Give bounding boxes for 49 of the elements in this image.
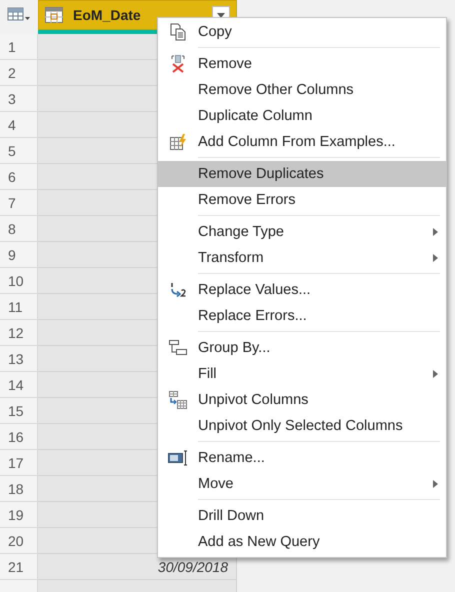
menu-item[interactable]: Add as New Query <box>158 529 446 555</box>
menu-item[interactable]: Unpivot Only Selected Columns <box>158 413 446 439</box>
row-number: 4 <box>0 112 38 138</box>
row-number: 11 <box>0 294 38 320</box>
menu-item[interactable]: Rename... <box>158 445 446 471</box>
calendar-icon <box>45 7 63 23</box>
unpivot-icon <box>169 391 187 409</box>
row-number: 13 <box>0 346 38 372</box>
rename-icon <box>168 450 188 466</box>
row-number: 2 <box>0 60 38 86</box>
row-number: 21 <box>0 554 38 580</box>
copy-icon <box>170 23 186 41</box>
menu-item[interactable]: Unpivot Columns <box>158 387 446 413</box>
row-number: 3 <box>0 86 38 112</box>
row-number: 20 <box>0 528 38 554</box>
menu-item[interactable]: Remove Other Columns <box>158 77 446 103</box>
menu-item[interactable]: Transform <box>158 245 446 271</box>
menu-item[interactable]: Fill <box>158 361 446 387</box>
row-number: 10 <box>0 268 38 294</box>
row-number: 14 <box>0 372 38 398</box>
row-number: 12 <box>0 320 38 346</box>
menu-item[interactable]: Remove <box>158 51 446 77</box>
row-number: 18 <box>0 476 38 502</box>
row-number: 15 <box>0 398 38 424</box>
menu-item[interactable]: Change Type <box>158 219 446 245</box>
menu-item[interactable]: Move <box>158 471 446 497</box>
menu-item[interactable]: Duplicate Column <box>158 103 446 129</box>
replace-values-icon <box>169 282 187 298</box>
menu-item[interactable]: Drill Down <box>158 503 446 529</box>
menu-item[interactable]: Replace Errors... <box>158 303 446 329</box>
row-number: 9 <box>0 242 38 268</box>
table-lightning-icon <box>170 134 186 150</box>
menu-item[interactable]: Add Column From Examples... <box>158 129 446 155</box>
menu-item[interactable]: Replace Values... <box>158 277 446 303</box>
menu-item[interactable]: Remove Errors <box>158 187 446 213</box>
menu-item[interactable]: Group By... <box>158 335 446 361</box>
row-number: 6 <box>0 164 38 190</box>
row-number: 16 <box>0 424 38 450</box>
row-number: 1 <box>0 34 38 60</box>
row-number: 8 <box>0 216 38 242</box>
row-number: 5 <box>0 138 38 164</box>
remove-column-icon <box>171 55 185 73</box>
row-number: 7 <box>0 190 38 216</box>
row-number: 17 <box>0 450 38 476</box>
row-number: 19 <box>0 502 38 528</box>
table-icon <box>7 7 31 23</box>
menu-item[interactable]: Remove Duplicates <box>158 161 446 187</box>
group-by-icon <box>169 340 187 356</box>
table-cell: 30/09/2018 <box>38 554 237 580</box>
